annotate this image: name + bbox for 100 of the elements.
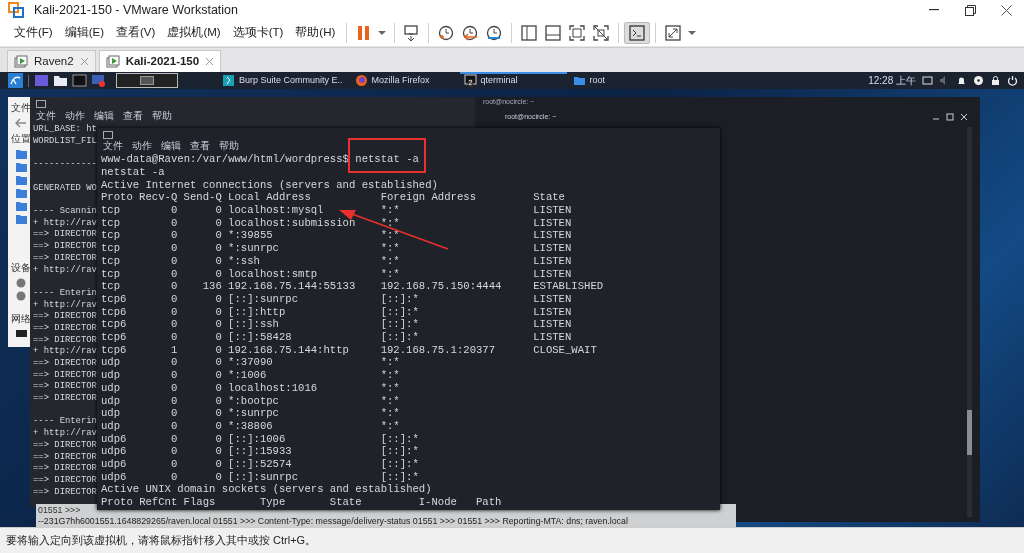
window-title: Kali-2021-150 - VMware Workstation <box>34 1 239 19</box>
table-cell: ESTABLISHED <box>533 280 604 293</box>
terminal-line: GENERATED WO <box>33 182 97 195</box>
column-header: I-Node <box>418 496 457 509</box>
terminal-line: WORDLIST_FIL <box>33 135 97 148</box>
table-cell: [::]:* <box>380 445 419 459</box>
table-cell: LISTEN <box>533 229 572 243</box>
sidebar-heading: 设备 <box>11 261 31 275</box>
terminal-line: ==> DIRECTOR <box>33 311 97 323</box>
table-cell: 0 <box>170 369 178 382</box>
table-cell: tcp <box>101 204 121 217</box>
table-cell: udp6 <box>101 470 127 484</box>
table-cell: 0 <box>215 407 222 420</box>
table-cell: udp6 <box>101 445 127 459</box>
table-cell: 0 <box>215 343 222 357</box>
table-cell: LISTEN <box>533 305 572 319</box>
column-header: Type <box>259 496 286 509</box>
table-cell: tcp <box>101 267 121 281</box>
table-cell: localhost:1016 <box>228 381 318 395</box>
menu-item[interactable]: 查看 <box>190 139 210 154</box>
terminal-line: ------------ <box>33 159 97 171</box>
clock-plus-icon <box>437 24 456 42</box>
table-cell: [::]:* <box>380 305 419 319</box>
table-cell: 0 <box>215 445 222 459</box>
table-cell: *:* <box>380 369 400 382</box>
sidebar-panel-icon <box>520 24 539 42</box>
menu-item[interactable]: 虚拟机(M) <box>161 22 227 44</box>
table-cell: LISTEN <box>533 204 572 217</box>
table-cell: 0 <box>215 356 222 370</box>
workspace-switcher[interactable] <box>116 73 178 88</box>
vm-tab[interactable]: Kali-2021-150 <box>98 50 222 72</box>
table-cell: 0 <box>170 419 178 433</box>
menu-item[interactable]: 动作 <box>132 139 152 154</box>
disc-icon[interactable] <box>973 75 984 86</box>
table-cell: localhost:smtp <box>228 267 318 281</box>
screen-record-icon[interactable] <box>91 73 106 88</box>
table-cell: 0 <box>215 216 222 230</box>
column-header: Local Address <box>228 191 311 204</box>
column-header: State <box>533 191 565 204</box>
caret-icon <box>378 31 387 35</box>
table-cell: 0 <box>215 229 222 243</box>
table-cell: *:* <box>380 267 400 281</box>
terminal-line: netstat -a <box>101 165 166 179</box>
terminal-prompt: www-data@Raven:/var/www/html/wordpress$ <box>101 153 350 166</box>
menu-item[interactable]: 查看 <box>123 109 143 124</box>
table-cell: *:* <box>380 381 400 395</box>
table-cell: 0 <box>215 432 222 446</box>
vm-icon <box>105 54 120 69</box>
vm-tab[interactable]: Raven2 <box>7 50 96 72</box>
table-cell: *:* <box>380 356 400 370</box>
menu-item[interactable]: 文件 <box>36 109 56 124</box>
maximize-icon[interactable] <box>946 113 954 121</box>
menu-item[interactable]: 编辑 <box>161 139 181 154</box>
table-cell: 0 <box>170 470 178 484</box>
menu-item[interactable]: 编辑(E) <box>58 22 111 44</box>
table-cell: LISTEN <box>533 254 572 268</box>
table-cell: 192.168.75.144:55133 <box>228 280 356 293</box>
computer-icon[interactable] <box>15 329 27 339</box>
highlighted-command: netstat -a <box>348 138 426 174</box>
back-arrow-icon[interactable] <box>15 118 27 128</box>
scrollbar-thumb[interactable] <box>967 410 972 455</box>
table-cell: [::]:* <box>380 292 419 306</box>
menu-item[interactable]: 动作 <box>65 109 85 124</box>
table-cell: udp <box>101 419 121 433</box>
table-cell: 0 <box>215 318 222 332</box>
column-header: Proto <box>101 191 133 204</box>
table-cell: udp <box>101 381 121 395</box>
table-cell: 0 <box>215 419 222 433</box>
column-header: Send-Q <box>183 191 222 204</box>
table-cell: udp <box>101 407 121 420</box>
terminal-icon <box>628 24 647 42</box>
menu-item[interactable]: 选项卡(T) <box>226 22 290 44</box>
tab-label: Raven2 <box>34 53 74 69</box>
power-icon[interactable] <box>1007 75 1018 86</box>
table-cell: [::]:sunrpc <box>228 470 299 484</box>
menu-item[interactable]: 帮助(H) <box>289 22 342 44</box>
menu-item[interactable]: 帮助 <box>219 139 239 154</box>
taskbar-item[interactable]: Mozilla Firefox <box>350 72 458 89</box>
table-cell: 0 <box>215 204 222 217</box>
menu-item[interactable]: 查看(V) <box>110 22 162 44</box>
taskbar-item[interactable]: root <box>568 72 676 89</box>
taskbar-item[interactable]: Burp Suite Community E.. <box>218 72 349 89</box>
lock-icon[interactable] <box>990 75 1001 86</box>
close-icon[interactable] <box>960 113 968 121</box>
column-header: Recv-Q <box>139 191 178 204</box>
bell-icon[interactable] <box>956 75 967 86</box>
menu-item[interactable]: 编辑 <box>94 109 114 124</box>
terminal-line: ==> DIRECTOR <box>33 463 97 475</box>
console-view-button[interactable] <box>624 22 651 44</box>
menu-item[interactable]: 文件 <box>11 100 31 115</box>
table-cell: [::]:* <box>380 458 419 471</box>
menu-item[interactable]: 帮助 <box>152 109 172 124</box>
terminal-line: ==> DIRECTOR <box>33 381 97 394</box>
table-cell: *:38806 <box>228 419 273 433</box>
monitor-icon[interactable] <box>922 75 933 86</box>
terminal-line: ---- Enterin <box>33 287 97 300</box>
menu-item[interactable]: 文件 <box>103 139 123 154</box>
menu-item[interactable]: 文件(F) <box>8 22 59 44</box>
terminal-line: ---- Enterin <box>33 416 97 428</box>
table-cell: [::]:sunrpc <box>228 292 299 306</box>
